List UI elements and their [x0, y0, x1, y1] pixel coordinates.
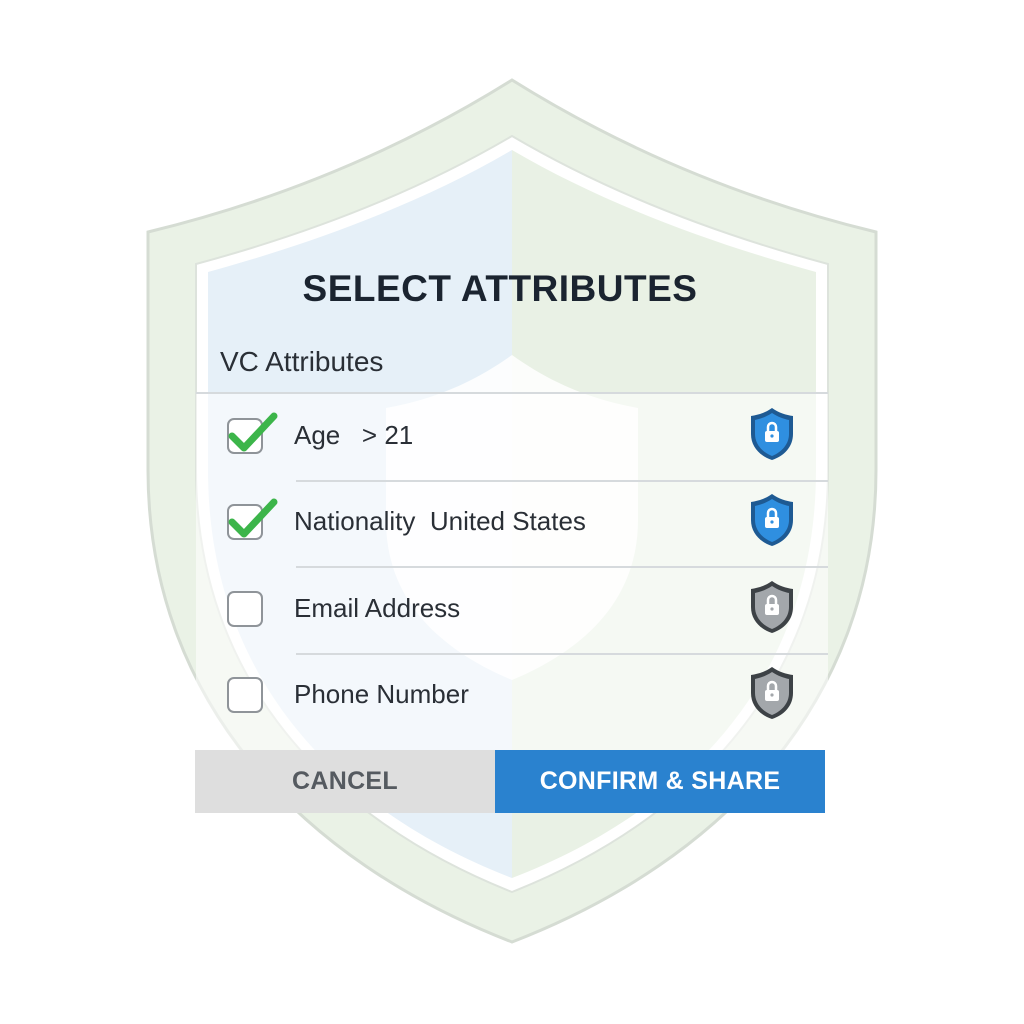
attribute-row-age[interactable]: Age > 21	[222, 408, 802, 478]
attribute-label-phone: Phone Number	[294, 679, 469, 709]
checkmark-icon	[228, 498, 278, 538]
attribute-row-nationality[interactable]: Nationality United States	[222, 494, 802, 564]
checkbox-phone[interactable]	[227, 677, 263, 713]
divider	[296, 480, 828, 482]
privacy-shield-screen: SELECT ATTRIBUTES VC Attributes Age > 21	[0, 0, 1024, 1024]
attribute-row-phone[interactable]: Phone Number	[222, 667, 802, 737]
lock-shield-icon	[751, 494, 793, 546]
attribute-row-email[interactable]: Email Address	[222, 581, 802, 651]
divider	[296, 653, 828, 655]
lock-shield-icon	[751, 667, 793, 719]
lock-shield-icon	[751, 408, 793, 460]
cancel-button[interactable]: CANCEL	[195, 750, 495, 813]
lock-shield-icon	[751, 581, 793, 633]
checkbox-email[interactable]	[227, 591, 263, 627]
select-attributes-dialog: SELECT ATTRIBUTES VC Attributes Age > 21	[0, 0, 1024, 1024]
attribute-label-age: Age > 21	[294, 420, 414, 450]
divider	[296, 566, 828, 568]
attribute-label-email: Email Address	[294, 593, 461, 623]
section-label: VC Attributes	[220, 346, 384, 377]
checkmark-icon	[228, 412, 278, 452]
divider	[196, 392, 828, 394]
attribute-label-nationality: Nationality United States	[294, 506, 586, 536]
dialog-title: SELECT ATTRIBUTES	[302, 268, 698, 309]
confirm-share-button[interactable]: CONFIRM & SHARE	[495, 750, 825, 813]
